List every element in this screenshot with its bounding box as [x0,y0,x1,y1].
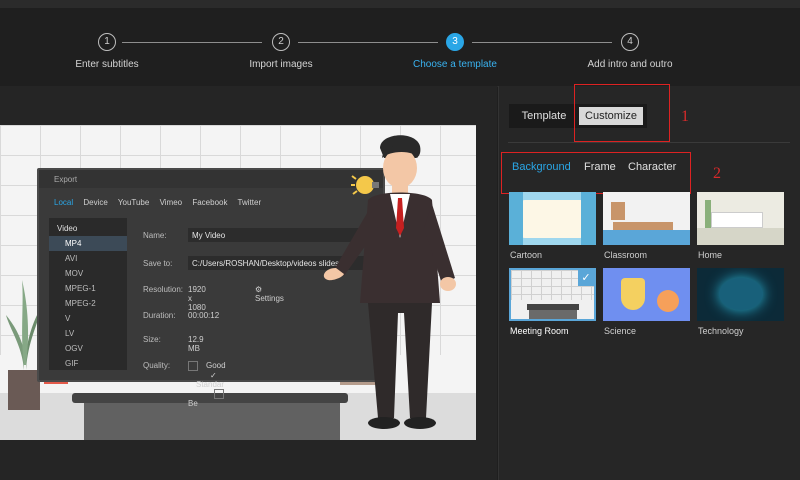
quality-good-checkbox[interactable] [188,361,198,371]
thumbnail-technology[interactable] [697,268,784,321]
step-choose-template[interactable]: 3 Choose a template [375,33,535,70]
thumbnail-label: Technology [698,326,744,336]
save-label: Save to: [143,259,173,268]
export-tabs: Local Device YouTube Vimeo Facebook Twit… [54,198,269,207]
quality-best-checkbox[interactable] [214,389,224,399]
format-item[interactable]: MPEG-2 [49,296,127,311]
duration-label: Duration: [143,311,176,320]
step-number: 4 [621,33,639,51]
format-item[interactable]: MP4 [49,236,127,251]
divider [508,142,790,143]
step-progress: 1 Enter subtitles 2 Import images 3 Choo… [0,8,800,87]
quality-options: Good ✓ Standar Be [188,361,232,408]
subtab-background[interactable]: Background [512,161,571,173]
name-label: Name: [143,231,167,240]
settings-button[interactable]: ⚙ Settings [255,285,284,303]
step-label: Add intro and outro [587,59,673,70]
step-label: Import images [249,59,313,70]
format-item[interactable]: MOV [49,266,127,281]
businessman-character [323,135,456,429]
plant-pot [8,370,40,410]
export-tab-device[interactable]: Device [83,198,107,207]
step-number: 2 [272,33,290,51]
export-tab-twitter[interactable]: Twitter [238,198,262,207]
check-icon: ✓ [210,371,217,380]
annotation-number-2: 2 [713,165,721,182]
export-tab-youtube[interactable]: YouTube [118,198,149,207]
format-category: Video [57,224,78,233]
quality-best-label: Be [188,399,198,408]
quality-good-label: Good [206,361,226,371]
resolution-label: Resolution: [143,285,184,294]
step-add-intro-outro[interactable]: 4 Add intro and outro [550,33,710,70]
step-import-images[interactable]: 2 Import images [201,33,361,70]
size-label: Size: [143,335,161,344]
format-item[interactable]: MPEG-1 [49,281,127,296]
thumbnail-cartoon[interactable] [509,192,596,245]
format-item[interactable]: LV [49,326,127,341]
thumbnail-label: Science [604,326,637,336]
format-item[interactable]: GIF [49,356,127,371]
thumbnail-label: Meeting Room [510,326,569,336]
thumbnail-science[interactable] [603,268,690,321]
top-bar [0,0,800,8]
subtab-frame[interactable]: Frame [584,161,616,173]
thumbnail-label: Home [698,250,723,260]
check-icon: ✓ [578,270,594,286]
thumbnail-label: Classroom [604,250,648,260]
step-enter-subtitles[interactable]: 1 Enter subtitles [27,33,187,70]
thumbnail-meeting-room[interactable]: ✓ [509,268,596,321]
table-base [84,403,340,440]
step-number: 1 [98,33,116,51]
thumbnail-home[interactable] [697,192,784,245]
annotation-number-1: 1 [681,108,689,125]
step-number: 3 [446,33,464,51]
settings-label: Settings [255,294,284,303]
step-label: Choose a template [413,59,497,70]
resolution-value: 1920 x 1080 [188,285,206,312]
duration-value: 00:00:12 [188,311,220,320]
thumbnail-label: Cartoon [510,250,543,260]
export-title: Export [54,175,78,184]
annotation-box-1 [574,84,670,142]
export-tab-facebook[interactable]: Facebook [192,198,227,207]
export-tab-local[interactable]: Local [54,198,73,207]
subtab-character[interactable]: Character [628,161,676,173]
format-item[interactable]: AVI [49,251,127,266]
export-tab-vimeo[interactable]: Vimeo [160,198,183,207]
quality-label: Quality: [143,361,171,370]
thumbnail-classroom[interactable] [603,192,690,245]
template-tab[interactable]: Template [513,107,575,125]
size-value: 12.9 MB [188,335,204,353]
step-label: Enter subtitles [75,59,139,70]
format-item[interactable]: OGV [49,341,127,356]
annotation-box-2 [501,152,691,194]
quality-standard-label: Standar [196,380,225,389]
format-list: Video MP4 AVI MOV MPEG-1 MPEG-2 V LV OGV… [49,218,127,370]
format-item[interactable]: V [49,311,127,326]
